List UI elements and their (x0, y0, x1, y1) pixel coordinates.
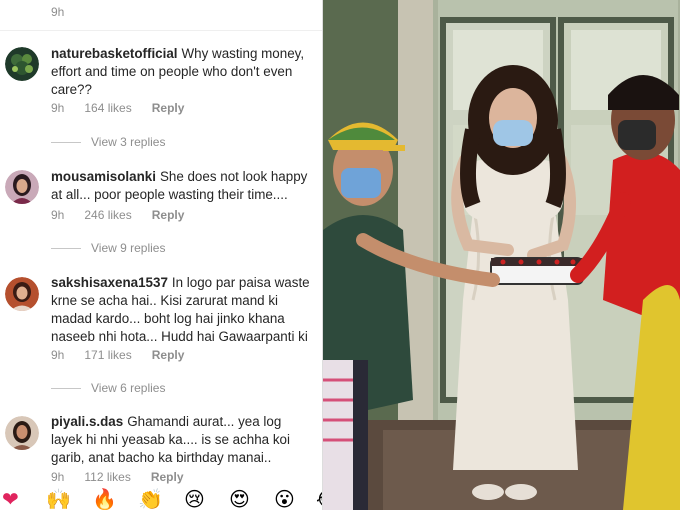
avatar[interactable] (5, 170, 39, 204)
fire-emoji-button[interactable]: 🔥 (92, 488, 117, 510)
comment-meta: 9h 112 likes Reply (51, 470, 184, 484)
previous-comment-time: 9h (51, 5, 65, 19)
comment-meta: 9h 171 likes Reply (51, 348, 184, 362)
comment-time: 9h (51, 208, 65, 222)
comment-meta: 9h 246 likes Reply (51, 208, 184, 222)
comment-time: 9h (51, 101, 65, 115)
photo-of-woman-cutting-cake (323, 0, 680, 510)
view-replies-button[interactable]: View 9 replies (51, 241, 165, 255)
reply-button[interactable]: Reply (152, 348, 185, 362)
comment-text: sakshisaxena1537 In logo par paisa waste … (51, 274, 313, 346)
comment-likes[interactable]: 164 likes (84, 101, 131, 115)
reply-button[interactable]: Reply (151, 470, 184, 484)
comment-username[interactable]: mousamisolanki (51, 169, 156, 184)
avatar[interactable] (5, 416, 39, 450)
raised-hands-emoji-button[interactable]: 🙌 (46, 488, 71, 510)
avatar[interactable] (5, 277, 39, 311)
replies-dash (51, 387, 81, 389)
surprised-emoji-button[interactable]: 😮 (274, 488, 295, 510)
view-replies-label: View 9 replies (91, 241, 166, 255)
comment-likes[interactable]: 112 likes (84, 470, 130, 484)
comment-text: naturebasketofficial Why wasting money, e… (51, 45, 313, 99)
replies-dash (51, 141, 81, 143)
comment-username[interactable]: naturebasketofficial (51, 46, 178, 61)
view-replies-label: View 6 replies (91, 381, 166, 395)
reply-button[interactable]: Reply (152, 208, 185, 222)
clap-emoji-button[interactable]: 👏 (138, 488, 163, 510)
avatar[interactable] (5, 47, 39, 81)
view-replies-button[interactable]: View 6 replies (51, 381, 165, 395)
heart-eyes-emoji-button[interactable]: 😍 (229, 488, 250, 510)
divider (0, 30, 323, 31)
replies-dash (51, 247, 81, 249)
comment-text: piyali.s.das Ghamandi aurat... yea log la… (51, 413, 313, 467)
comments-panel: 9h naturebasketofficial Why wasting money… (0, 0, 323, 510)
comment-username[interactable]: piyali.s.das (51, 414, 123, 429)
comment-username[interactable]: sakshisaxena1537 (51, 275, 168, 290)
comment-meta: 9h 164 likes Reply (51, 101, 184, 115)
comment-likes[interactable]: 246 likes (84, 208, 131, 222)
view-replies-label: View 3 replies (91, 135, 166, 149)
crying-emoji-button[interactable]: 😢 (184, 488, 205, 510)
heart-emoji-button[interactable]: ❤ (2, 488, 19, 510)
view-replies-button[interactable]: View 3 replies (51, 135, 165, 149)
comment-time: 9h (51, 470, 65, 484)
comment-time: 9h (51, 348, 65, 362)
comment-text: mousamisolanki She does not look happy at… (51, 168, 313, 204)
reply-button[interactable]: Reply (152, 101, 185, 115)
comment-likes[interactable]: 171 likes (84, 348, 131, 362)
